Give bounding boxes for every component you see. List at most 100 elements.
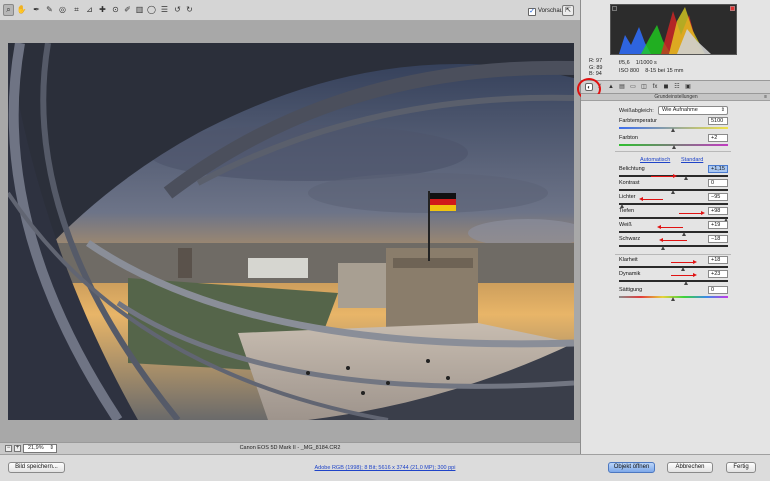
chevron-updown-icon: ⇕ xyxy=(720,107,725,113)
graduated-filter-tool-icon[interactable]: ▥ xyxy=(134,4,145,16)
annotation-arrow-right xyxy=(679,210,705,215)
tab-split-toning-icon[interactable]: ▭ xyxy=(629,83,637,91)
tab-effects-icon[interactable]: fx xyxy=(651,83,659,91)
done-button[interactable]: Fertig xyxy=(726,462,756,473)
slider-thumb[interactable] xyxy=(684,281,689,285)
annotation-arrow-right xyxy=(671,259,697,264)
divider xyxy=(615,151,731,152)
histogram xyxy=(610,4,737,55)
annotation-arrow-right xyxy=(671,272,697,277)
color-sampler-tool-icon[interactable]: ✎ xyxy=(44,4,55,16)
slider-thumb[interactable] xyxy=(661,246,666,250)
slider-value-input[interactable]: +18 xyxy=(708,256,728,264)
spot-removal-tool-icon[interactable]: ✚ xyxy=(97,4,108,16)
filename-label: Canon EOS 5D Mark II - _MG_8184.CR2 xyxy=(239,445,341,451)
slider-track[interactable] xyxy=(619,203,728,205)
slider-thumb[interactable] xyxy=(671,297,675,301)
tab-hsl-icon[interactable]: ▤ xyxy=(618,83,626,91)
focal-length: 8-15 bei 15 mm xyxy=(645,68,684,74)
slider-thumb[interactable] xyxy=(680,267,685,271)
status-bar: − + 21,9% ⇕ Canon EOS 5D Mark II - _MG_8… xyxy=(0,442,580,454)
annotation-arrow-right xyxy=(651,173,677,178)
preferences-tool-icon[interactable]: ☰ xyxy=(159,4,170,16)
slider-label: Weiß xyxy=(619,222,632,228)
tab-lens-corrections-icon[interactable]: ◫ xyxy=(640,83,648,91)
slider-value-input[interactable]: +19 xyxy=(708,221,728,229)
slider-track[interactable] xyxy=(619,217,728,219)
section-menu-icon[interactable]: ≡ xyxy=(764,94,767,101)
blue-value: B: 94 xyxy=(589,71,602,77)
rotate-right-icon[interactable]: ↻ xyxy=(184,4,195,16)
default-link[interactable]: Standard xyxy=(681,157,703,163)
auto-link[interactable]: Automatisch xyxy=(640,157,670,163)
slider-label: Klarheit xyxy=(619,257,638,263)
slider-value-input[interactable]: +1,15 xyxy=(708,165,728,173)
target-adjust-tool-icon[interactable]: ◎ xyxy=(57,4,68,16)
slider-value-input[interactable]: −95 xyxy=(708,193,728,201)
adjustments-panel: R: 97 G: 89 B: 94 f/5,6 1/1000 s ISO 800 8… xyxy=(577,0,770,454)
slider-value-input[interactable]: +23 xyxy=(708,270,728,278)
slider-label: Sättigung xyxy=(619,287,643,293)
red-value: R: 97 xyxy=(589,58,603,64)
shadow-clipping-indicator[interactable] xyxy=(612,6,617,11)
cancel-button[interactable]: Abbrechen xyxy=(667,462,713,473)
open-object-button[interactable]: Objekt öffnen xyxy=(608,462,655,473)
slider-label: Dynamik xyxy=(619,271,641,277)
tab-snapshots-icon[interactable]: ▣ xyxy=(684,83,692,91)
adjustment-brush-tool-icon[interactable]: ✐ xyxy=(122,4,133,16)
bottom-bar: Bild speichern... Adobe RGB (1998); 8 Bi… xyxy=(0,454,770,481)
section-header: Grundeinstellungen ≡ xyxy=(581,94,770,101)
slider-value-input[interactable]: 0 xyxy=(708,179,728,187)
slider-label: Farbton xyxy=(619,135,638,141)
tab-camera-calibration-icon[interactable]: ◼ xyxy=(662,83,670,91)
slider-thumb[interactable] xyxy=(671,190,675,194)
slider-label: Farbtemperatur xyxy=(619,118,657,124)
slider-value-input[interactable]: −18 xyxy=(708,235,728,243)
annotation-arrow-left xyxy=(657,224,683,229)
slider-value-input[interactable]: +2 xyxy=(708,134,728,142)
rotate-left-icon[interactable]: ↺ xyxy=(172,4,183,16)
slider-label: Kontrast xyxy=(619,180,640,186)
annotation-arrow-left xyxy=(659,237,687,242)
iso: ISO 800 xyxy=(619,68,640,74)
hand-tool-icon[interactable]: ✋ xyxy=(16,4,27,16)
slider-value-input[interactable]: 5100 xyxy=(708,117,728,125)
slider-label: Schwarz xyxy=(619,236,641,242)
slider-label: Lichter xyxy=(619,194,636,200)
slider-track[interactable] xyxy=(619,231,728,233)
rgb-readout: R: 97 G: 89 B: 94 xyxy=(589,58,602,78)
highlight-clipping-indicator[interactable] xyxy=(730,6,735,11)
white-balance-label: Weißabgleich: xyxy=(619,108,654,114)
tab-presets-icon[interactable]: ☷ xyxy=(673,83,681,91)
section-title: Grundeinstellungen xyxy=(654,94,698,100)
divider xyxy=(615,254,731,255)
slider-value-input[interactable]: 0 xyxy=(708,286,728,294)
white-balance-select[interactable]: Wie Aufnahme ⇕ xyxy=(658,106,728,115)
radial-filter-tool-icon[interactable]: ◯ xyxy=(146,4,157,16)
slider-thumb[interactable] xyxy=(681,232,686,236)
slider-thumb[interactable] xyxy=(671,128,675,132)
zoom-tool-icon[interactable]: ⌕ xyxy=(3,4,14,16)
panel-tabs: ◐ ⁄ ▲ ▤ ▭ ◫ fx ◼ ☷ ▣ xyxy=(581,80,770,94)
slider-thumb[interactable] xyxy=(684,176,689,180)
slider-track[interactable] xyxy=(619,245,728,247)
preview-label: Vorschau xyxy=(538,8,564,14)
image-canvas[interactable] xyxy=(0,21,580,442)
toolbar: ⌕ ✋ ✒ ✎ ◎ ⌗ ⊿ ✚ ⊙ ✐ ▥ ◯ ☰ ↺ ↻ ✓ Vorschau… xyxy=(0,0,580,21)
straighten-tool-icon[interactable]: ⊿ xyxy=(84,4,95,16)
annotation-arrow-left xyxy=(639,196,663,201)
fullscreen-icon[interactable]: ⇱ xyxy=(562,5,574,16)
slider-track[interactable] xyxy=(619,266,728,268)
white-balance-tool-icon[interactable]: ✒ xyxy=(31,4,42,16)
aperture: f/5,6 xyxy=(619,60,630,66)
slider-thumb[interactable] xyxy=(672,145,677,149)
crop-tool-icon[interactable]: ⌗ xyxy=(71,4,82,16)
photo-preview xyxy=(8,43,574,420)
slider-track[interactable] xyxy=(619,280,728,282)
red-eye-tool-icon[interactable]: ⊙ xyxy=(110,4,121,16)
tab-detail-icon[interactable]: ▲ xyxy=(607,83,615,91)
slider-value-input[interactable]: +98 xyxy=(708,207,728,215)
preview-checkbox[interactable]: ✓ xyxy=(528,8,536,16)
slider-label: Belichtung xyxy=(619,166,645,172)
camera-info: f/5,6 1/1000 s ISO 800 8-15 bei 15 mm xyxy=(619,59,689,75)
